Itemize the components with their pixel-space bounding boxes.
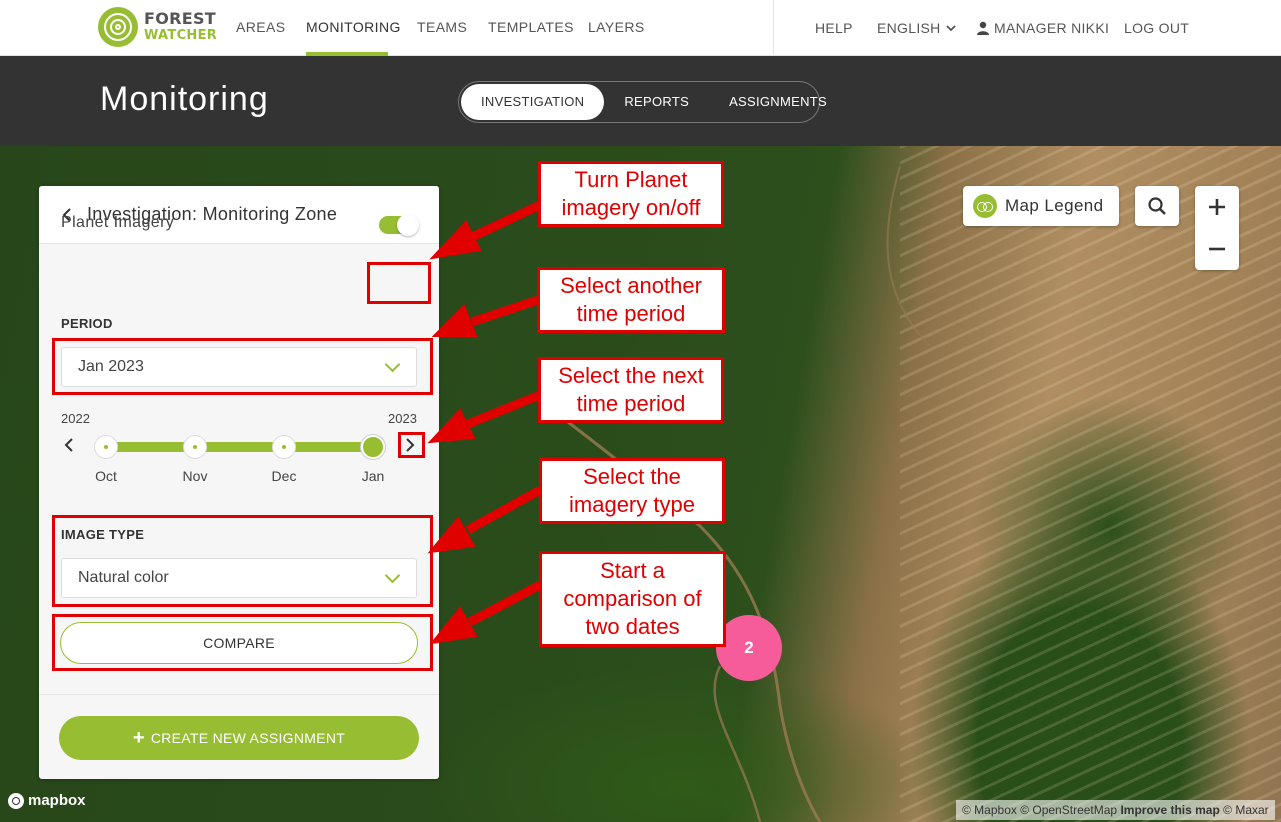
map-attribution: © Mapbox © OpenStreetMap Improve this ma… bbox=[956, 800, 1275, 820]
nav-separator bbox=[773, 0, 774, 56]
tab-assignments[interactable]: ASSIGNMENTS bbox=[709, 84, 847, 120]
annotation-planet-toggle: Turn Planet imagery on/off bbox=[538, 161, 724, 227]
month-label-dec: Dec bbox=[271, 468, 297, 484]
annotation-compare: Start a comparison of two dates bbox=[539, 551, 726, 647]
user-menu[interactable]: MANAGER NIKKI bbox=[976, 0, 1109, 56]
plus-icon bbox=[1209, 199, 1225, 215]
map-legend-label: Map Legend bbox=[1005, 196, 1104, 215]
highlight-image-type bbox=[52, 515, 433, 607]
panel-divider bbox=[39, 694, 439, 695]
improve-map-link[interactable]: Improve this map bbox=[1120, 803, 1219, 817]
month-label-nov: Nov bbox=[182, 468, 208, 484]
map-legend-button[interactable]: Map Legend bbox=[963, 186, 1119, 226]
tab-reports[interactable]: REPORTS bbox=[604, 84, 709, 120]
plus-icon: + bbox=[132, 726, 145, 749]
month-label-jan: Jan bbox=[361, 468, 385, 484]
timeline-month-jan-selected[interactable] bbox=[361, 435, 385, 459]
month-label-oct: Oct bbox=[95, 468, 117, 484]
tree-rings-icon bbox=[98, 7, 138, 47]
highlight-planet-toggle bbox=[367, 262, 431, 304]
attribution-sources[interactable]: © Mapbox © OpenStreetMap bbox=[962, 803, 1117, 817]
nav-monitoring[interactable]: MONITORING bbox=[306, 0, 400, 56]
language-dropdown[interactable]: ENGLISH bbox=[877, 0, 957, 56]
legend-icon bbox=[973, 194, 997, 218]
chevron-down-icon bbox=[945, 25, 956, 32]
nav-teams[interactable]: TEAMS bbox=[417, 0, 467, 56]
logout-link[interactable]: LOG OUT bbox=[1124, 0, 1189, 56]
cluster-count: 2 bbox=[744, 638, 754, 657]
zoom-in-button[interactable] bbox=[1195, 186, 1239, 228]
minus-icon bbox=[1209, 247, 1225, 251]
page-title: Monitoring bbox=[100, 80, 269, 118]
language-label: ENGLISH bbox=[877, 20, 941, 36]
timeline-track bbox=[106, 442, 374, 452]
planet-imagery-toggle[interactable] bbox=[379, 214, 419, 236]
nav-layers[interactable]: LAYERS bbox=[588, 0, 645, 56]
help-label: HELP bbox=[815, 20, 853, 36]
mapbox-icon bbox=[8, 792, 24, 809]
timeline-month-oct[interactable] bbox=[94, 435, 118, 459]
create-assignment-label: CREATE NEW ASSIGNMENT bbox=[150, 730, 346, 746]
user-icon bbox=[977, 21, 989, 35]
user-name: MANAGER NIKKI bbox=[994, 20, 1110, 36]
zoom-controls bbox=[1195, 186, 1239, 270]
toggle-knob bbox=[397, 214, 419, 236]
page-header: Monitoring INVESTIGATION REPORTS ASSIGNM… bbox=[0, 56, 1281, 146]
timeline-year-end: 2023 bbox=[388, 411, 417, 426]
logo-line-2: WATCHER bbox=[144, 28, 218, 43]
timeline-month-nov[interactable] bbox=[183, 435, 207, 459]
nav-areas[interactable]: AREAS bbox=[236, 0, 285, 56]
top-navigation: FOREST WATCHER AREAS MONITORING TEAMS TE… bbox=[0, 0, 1281, 56]
highlight-compare bbox=[52, 614, 433, 671]
nav-templates[interactable]: TEMPLATES bbox=[488, 0, 574, 56]
mapbox-logo[interactable]: mapbox bbox=[8, 792, 86, 809]
tab-investigation[interactable]: INVESTIGATION bbox=[461, 84, 605, 120]
planet-imagery-label: Planet Imagery bbox=[61, 214, 175, 231]
period-label: PERIOD bbox=[61, 316, 113, 331]
timeline-year-start: 2022 bbox=[61, 411, 90, 426]
nav-help[interactable]: HELP bbox=[815, 0, 853, 56]
logo-line-1: FOREST bbox=[144, 9, 217, 28]
search-icon bbox=[1148, 197, 1166, 215]
zoom-out-button[interactable] bbox=[1195, 228, 1239, 270]
create-assignment-button[interactable]: + CREATE NEW ASSIGNMENT bbox=[59, 716, 419, 760]
monitoring-tabs: INVESTIGATION REPORTS ASSIGNMENTS bbox=[458, 81, 827, 123]
annotation-next-period: Select the next time period bbox=[538, 357, 724, 423]
map-search-button[interactable] bbox=[1135, 186, 1179, 226]
timeline-month-dec[interactable] bbox=[272, 435, 296, 459]
forest-watcher-logo[interactable]: FOREST WATCHER bbox=[98, 7, 217, 47]
attribution-maxar[interactable]: © Maxar bbox=[1223, 803, 1269, 817]
logout-label: LOG OUT bbox=[1124, 20, 1190, 36]
highlight-next-period bbox=[398, 432, 425, 458]
highlight-period-select bbox=[52, 338, 433, 395]
annotation-period: Select another time period bbox=[537, 267, 725, 333]
timeline-prev-icon[interactable] bbox=[63, 437, 75, 453]
annotation-image-type: Select the imagery type bbox=[539, 458, 725, 524]
mapbox-label: mapbox bbox=[28, 792, 86, 809]
